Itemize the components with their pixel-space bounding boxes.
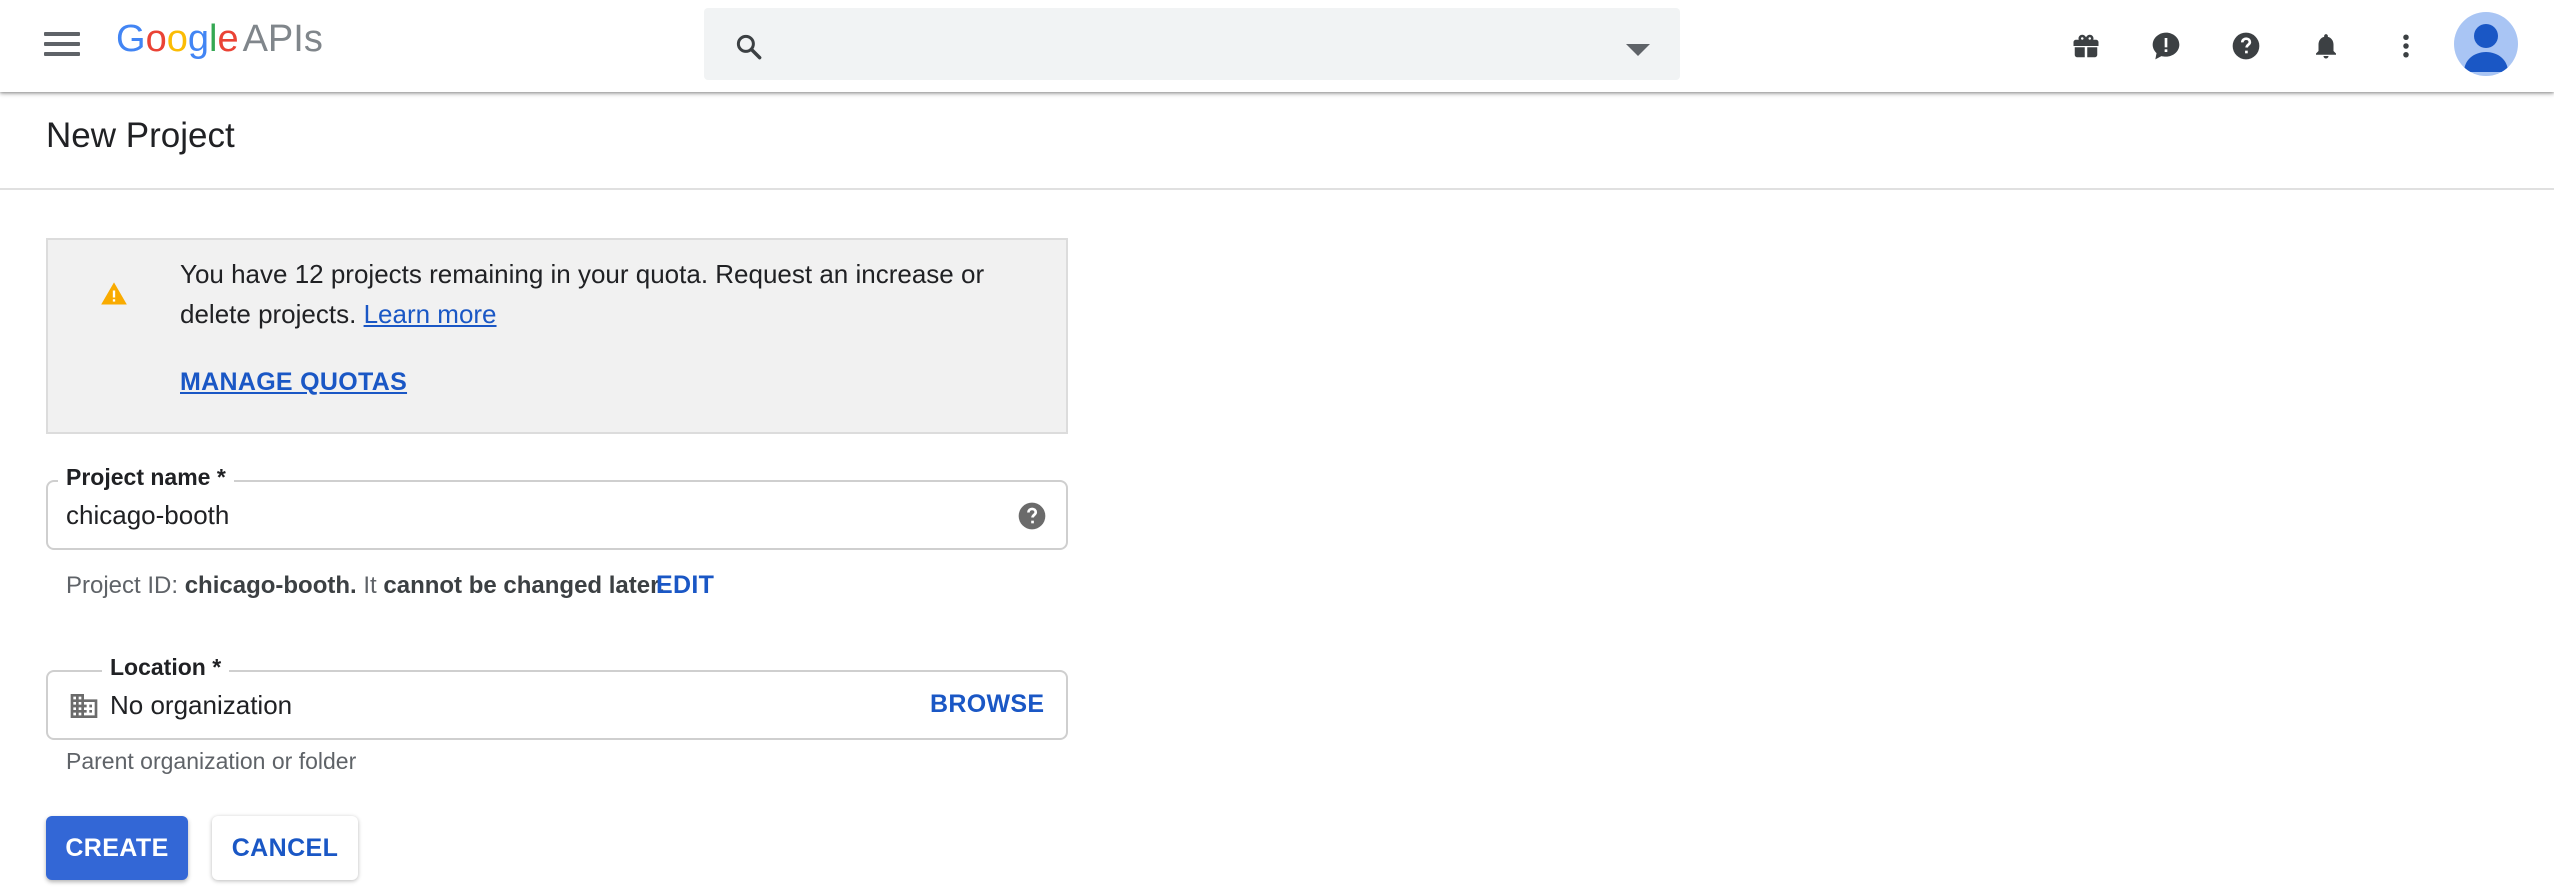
project-name-input[interactable]: [66, 496, 966, 534]
logo-suffix: APIs: [242, 18, 323, 60]
project-id-note: Project ID: chicago-booth. It cannot be …: [66, 572, 665, 600]
logo-google: Google: [116, 18, 239, 60]
help-icon[interactable]: [2222, 22, 2270, 70]
top-app-bar: Google APIs: [0, 0, 2554, 92]
project-id-suffix: cannot be changed later.: [383, 572, 665, 599]
location-label: Location *: [102, 652, 230, 682]
location-value[interactable]: [110, 686, 870, 724]
search-icon[interactable]: [734, 32, 764, 62]
menu-icon[interactable]: [36, 22, 86, 66]
learn-more-link[interactable]: Learn more: [364, 299, 497, 329]
person-icon: [2464, 24, 2508, 72]
project-id-value: chicago-booth.: [184, 572, 357, 599]
warning-icon: [101, 282, 127, 305]
cancel-button[interactable]: CANCEL: [212, 816, 358, 880]
project-name-label: Project name *: [58, 462, 234, 492]
google-apis-logo[interactable]: Google APIs: [116, 14, 323, 64]
search-dropdown-arrow-icon[interactable]: [1626, 44, 1650, 56]
building-icon: [70, 694, 98, 718]
project-id-prefix: Project ID:: [66, 572, 179, 599]
feedback-icon[interactable]: [2142, 22, 2190, 70]
gift-icon[interactable]: [2062, 22, 2110, 70]
account-avatar[interactable]: [2454, 12, 2518, 76]
quota-message-text: You have 12 projects remaining in your q…: [180, 259, 985, 329]
more-vert-icon[interactable]: [2382, 22, 2430, 70]
manage-quotas-link[interactable]: MANAGE QUOTAS: [180, 368, 407, 397]
project-name-help-icon[interactable]: [1016, 500, 1048, 532]
notifications-icon[interactable]: [2302, 22, 2350, 70]
edit-project-id-button[interactable]: EDIT: [656, 571, 714, 600]
search-bar[interactable]: [704, 8, 1680, 80]
search-input[interactable]: [788, 22, 1612, 68]
browse-button[interactable]: BROWSE: [930, 690, 1044, 719]
page-title: New Project: [46, 116, 235, 155]
quota-message: You have 12 projects remaining in your q…: [180, 254, 1000, 334]
project-id-middle: It: [363, 572, 377, 599]
project-name-field[interactable]: Project name *: [46, 462, 1068, 550]
quota-notice: You have 12 projects remaining in your q…: [46, 238, 1068, 434]
location-field[interactable]: Location * BROWSE: [46, 652, 1068, 740]
location-helper-text: Parent organization or folder: [66, 748, 357, 774]
page-header: New Project: [0, 92, 2554, 190]
create-button[interactable]: CREATE: [46, 816, 188, 880]
